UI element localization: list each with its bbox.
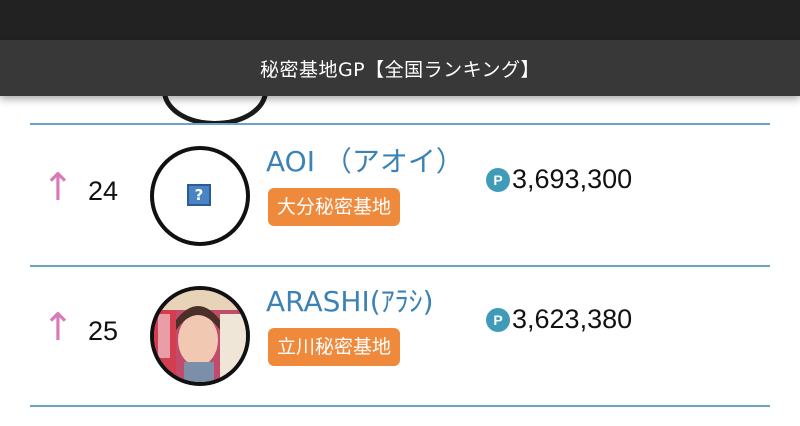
base-badge[interactable]: 立川秘密基地 — [268, 328, 401, 366]
page-title: 秘密基地GP【全国ランキング】 — [259, 58, 541, 81]
points-icon: P — [486, 307, 510, 332]
player-name[interactable]: AOI （アオイ） — [266, 140, 464, 180]
rank-number: 25 — [88, 316, 119, 346]
points-icon: P — [486, 167, 510, 192]
previous-ranking-row[interactable] — [30, 96, 770, 124]
row-divider — [30, 405, 770, 407]
trend-up-icon: ↑ — [42, 305, 74, 349]
avatar — [162, 96, 268, 124]
magazine-cover-photo — [154, 290, 246, 382]
points-value: 3,693,300 — [512, 164, 633, 194]
points: P 3,623,380 — [486, 304, 632, 335]
rank-number: 24 — [88, 176, 119, 206]
avatar[interactable] — [150, 286, 250, 386]
avatar[interactable]: ? — [150, 146, 250, 246]
question-mark-icon: ? — [187, 184, 211, 206]
player-name[interactable]: ARASHI(ｱﾗｼ) — [266, 280, 434, 320]
ranking-header: 秘密基地GP【全国ランキング】 — [0, 40, 800, 96]
base-badge[interactable]: 大分秘密基地 — [268, 188, 401, 226]
points: P 3,693,300 — [486, 164, 632, 195]
row-divider — [30, 123, 770, 125]
row-divider — [30, 265, 770, 267]
trend-up-icon: ↑ — [42, 165, 74, 209]
points-value: 3,623,380 — [512, 304, 633, 334]
